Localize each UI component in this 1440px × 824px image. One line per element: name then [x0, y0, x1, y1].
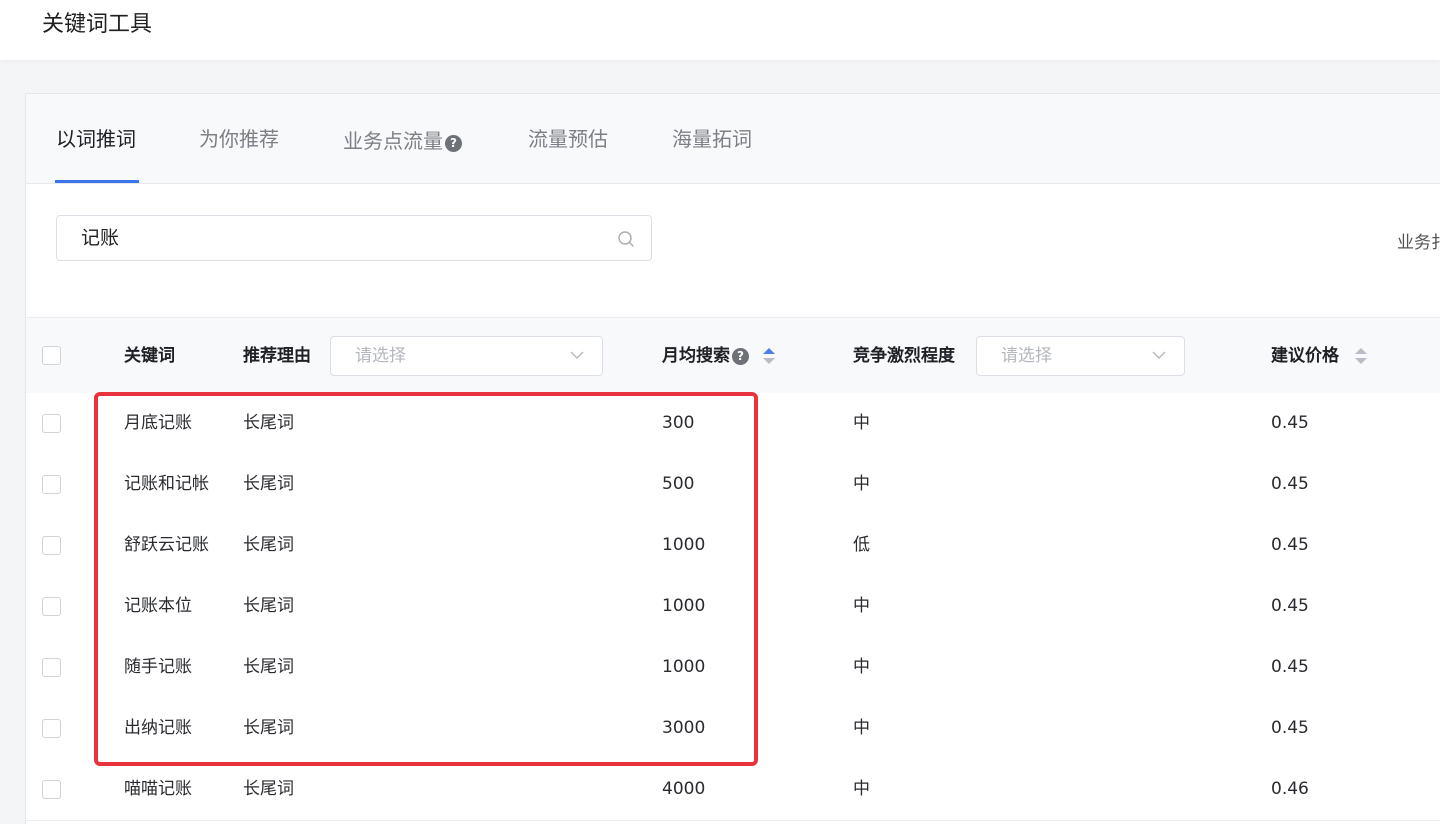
table-row[interactable]: 出纳记账 长尾词 3000 中 0.45: [26, 698, 1440, 760]
sort-icon[interactable]: [1354, 346, 1368, 366]
search-icon[interactable]: [617, 230, 635, 248]
price-cell: 0.45: [1271, 718, 1309, 738]
reason-cell: 长尾词: [243, 779, 294, 799]
reason-cell: 长尾词: [243, 596, 294, 616]
header-reason: 推荐理由: [243, 346, 311, 366]
table-row[interactable]: 舒跃云记账 长尾词 1000 低 0.45: [26, 515, 1440, 577]
page-header: 关键词工具: [0, 0, 1440, 60]
tab-word-to-word[interactable]: 以词推词: [56, 124, 136, 154]
tab-mass-expansion[interactable]: 海量拓词: [672, 124, 752, 154]
monthly-search-cell: 1000: [662, 596, 706, 616]
reason-cell: 长尾词: [243, 657, 294, 677]
monthly-search-cell: 3000: [662, 718, 706, 738]
competition-cell: 中: [853, 596, 870, 616]
tab-traffic-estimate[interactable]: 流量预估: [528, 124, 608, 154]
price-cell: 0.45: [1271, 596, 1309, 616]
price-cell: 0.45: [1271, 474, 1309, 494]
table-row[interactable]: 喵喵记账 长尾词 4000 中 0.46: [26, 759, 1440, 821]
table-row[interactable]: 记账本位 长尾词 1000 中 0.45: [26, 576, 1440, 638]
keyword-cell: 月底记账: [124, 413, 192, 433]
monthly-search-cell: 4000: [662, 779, 706, 799]
help-icon[interactable]: ?: [445, 135, 462, 152]
price-cell: 0.46: [1271, 779, 1309, 799]
table-row[interactable]: 记账和记帐 长尾词 500 中 0.45: [26, 454, 1440, 516]
reason-cell: 长尾词: [243, 718, 294, 738]
reason-filter-placeholder: 请选择: [355, 346, 406, 366]
monthly-search-cell: 1000: [662, 657, 706, 677]
keyword-cell: 喵喵记账: [124, 779, 192, 799]
chevron-down-icon: [570, 351, 584, 359]
row-checkbox[interactable]: [42, 658, 61, 677]
search-input-value[interactable]: 记账: [81, 224, 119, 252]
row-checkbox[interactable]: [42, 536, 61, 555]
header-monthly-search-label: 月均搜索: [662, 346, 730, 366]
competition-cell: 中: [853, 718, 870, 738]
price-cell: 0.45: [1271, 413, 1309, 433]
reason-cell: 长尾词: [243, 474, 294, 494]
price-cell: 0.45: [1271, 535, 1309, 555]
row-checkbox[interactable]: [42, 597, 61, 616]
row-checkbox[interactable]: [42, 475, 61, 494]
keyword-tool-panel: 以词推词 为你推荐 业务点流量? 流量预估 海量拓词 记账 业务扌 关键词 推荐…: [25, 93, 1440, 824]
competition-filter-placeholder: 请选择: [1001, 346, 1052, 366]
row-checkbox[interactable]: [42, 719, 61, 738]
tab-recommend-for-you[interactable]: 为你推荐: [199, 124, 279, 154]
header-competition: 竞争激烈程度: [853, 346, 955, 366]
help-icon[interactable]: ?: [732, 348, 749, 365]
competition-cell: 低: [853, 535, 870, 555]
chevron-down-icon: [1152, 351, 1166, 359]
competition-cell: 中: [853, 413, 870, 433]
competition-cell: 中: [853, 779, 870, 799]
keyword-cell: 出纳记账: [124, 718, 192, 738]
table-header: 关键词 推荐理由 请选择 月均搜索? 竞争激烈程度 请选择 建议价格: [26, 317, 1440, 395]
page-title: 关键词工具: [42, 12, 153, 37]
tab-business-traffic[interactable]: 业务点流量?: [343, 126, 462, 156]
row-checkbox[interactable]: [42, 780, 61, 799]
tab-business-traffic-label: 业务点流量: [343, 129, 443, 153]
reason-cell: 长尾词: [243, 413, 294, 433]
keyword-cell: 记账本位: [124, 596, 192, 616]
table-row[interactable]: 月底记账 长尾词 300 中 0.45: [26, 393, 1440, 455]
search-input[interactable]: 记账: [56, 215, 652, 261]
price-cell: 0.45: [1271, 657, 1309, 677]
header-monthly-search: 月均搜索?: [662, 345, 749, 367]
monthly-search-cell: 300: [662, 413, 695, 433]
reason-filter-select[interactable]: 请选择: [330, 336, 603, 376]
reason-cell: 长尾词: [243, 535, 294, 555]
row-checkbox[interactable]: [42, 414, 61, 433]
select-all-checkbox[interactable]: [42, 346, 61, 365]
competition-cell: 中: [853, 657, 870, 677]
keyword-cell: 记账和记帐: [124, 474, 209, 494]
table-row[interactable]: 随手记账 长尾词 1000 中 0.45: [26, 637, 1440, 699]
monthly-search-cell: 1000: [662, 535, 706, 555]
tab-bar: 以词推词 为你推荐 业务点流量? 流量预估 海量拓词: [26, 94, 1440, 184]
header-price: 建议价格: [1271, 346, 1339, 366]
competition-cell: 中: [853, 474, 870, 494]
keyword-cell: 舒跃云记账: [124, 535, 209, 555]
competition-filter-select[interactable]: 请选择: [976, 336, 1185, 376]
active-tab-indicator: [55, 180, 139, 183]
monthly-search-cell: 500: [662, 474, 695, 494]
header-keyword: 关键词: [124, 346, 175, 366]
keyword-cell: 随手记账: [124, 657, 192, 677]
sort-icon[interactable]: [762, 346, 776, 366]
business-filter-label: 业务扌: [1397, 233, 1440, 253]
